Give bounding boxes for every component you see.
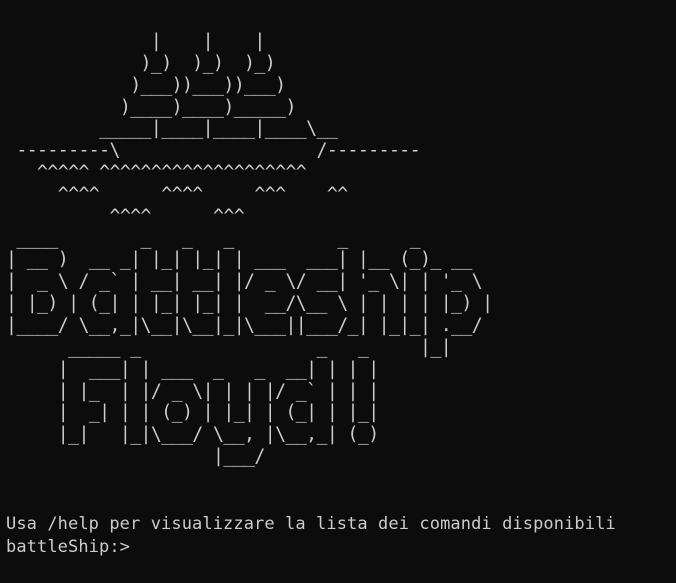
help-hint-message: Usa /help per visualizzare la lista dei …	[6, 514, 616, 534]
command-line[interactable]: battleShip:>	[6, 537, 132, 558]
ascii-art-banner: | | | )_) )_) )_) )___))___))___) )____)…	[6, 31, 493, 468]
terminal-window[interactable]: | | | )_) )_) )_) )___))___))___) )____)…	[0, 0, 676, 583]
text-cursor	[131, 539, 132, 557]
prompt-label: battleShip:>	[6, 537, 131, 557]
